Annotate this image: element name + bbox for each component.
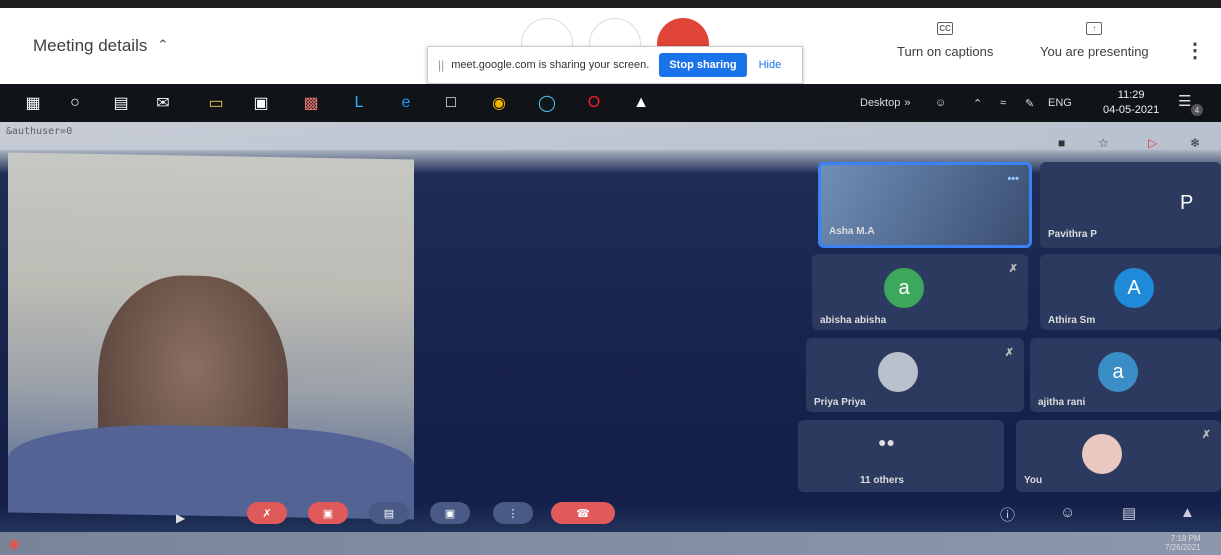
- taskbar-clock[interactable]: 11:29 04-05-2021: [1103, 88, 1159, 118]
- tray-up-icon[interactable]: ⌃: [973, 84, 982, 122]
- captions-button[interactable]: CC Turn on captions: [897, 22, 993, 59]
- participant-name: You: [1024, 475, 1043, 486]
- participant-tile: ✗ Priya Priya: [806, 338, 1024, 412]
- participants-group-icon: ●●: [878, 434, 895, 450]
- opera-icon[interactable]: O: [583, 92, 605, 114]
- drag-handle-icon[interactable]: ||: [438, 58, 444, 72]
- cursor-icon: ▶: [176, 511, 186, 525]
- photo-clock-date: 7/26/2021: [1165, 543, 1201, 552]
- meeting-details-label: Meeting details: [33, 36, 148, 55]
- present-icon: ▣: [430, 502, 470, 524]
- mail-icon[interactable]: ✉: [152, 92, 174, 114]
- participant-initial: P: [1180, 192, 1194, 214]
- people-icon: ☺: [1060, 504, 1076, 521]
- presenting-button[interactable]: ↑ You are presenting: [1040, 22, 1149, 59]
- participant-tile: ✗ You: [1016, 420, 1221, 492]
- language-indicator[interactable]: ENG: [1048, 84, 1072, 122]
- speaking-icon: •••: [1007, 173, 1019, 185]
- star-icon: ☆: [1098, 136, 1109, 150]
- participant-name: Athira Sm: [1048, 315, 1096, 326]
- info-icon: ⓘ: [1000, 507, 1016, 524]
- photo-clock: 7:18 PM 7/26/2021: [1165, 534, 1201, 552]
- more-options-icon[interactable]: ⋮: [1185, 38, 1205, 63]
- app-l-icon[interactable]: L: [348, 92, 370, 114]
- participant-tile: ✗ a abisha abisha: [812, 254, 1028, 330]
- participant-tile: P Pavithra P: [1040, 162, 1221, 248]
- presenter-video: [8, 152, 414, 520]
- mic-off-icon: ✗: [1004, 347, 1014, 359]
- wifi-icon[interactable]: ≈: [1000, 84, 1006, 122]
- participant-name: Asha M.A: [829, 226, 875, 237]
- photo-taskbar: ◉ 7:18 PM 7/26/2021: [0, 532, 1221, 555]
- store-icon[interactable]: ▣: [250, 92, 272, 114]
- notifications-icon[interactable]: ☰ 4: [1178, 92, 1203, 116]
- participant-name: abisha abisha: [820, 315, 887, 326]
- browser-bar: &authuser=0 ■ ☆ ▷ ❄: [0, 122, 1221, 150]
- camera-off-icon: ▣: [308, 502, 348, 524]
- participant-avatar-image: [1082, 434, 1122, 474]
- top-strip: [0, 0, 1221, 8]
- participant-avatar: A: [1114, 268, 1154, 308]
- notification-count: 4: [1191, 104, 1203, 116]
- chat-icon: ▤: [1122, 505, 1137, 522]
- screen-share-banner: || meet.google.com is sharing your scree…: [427, 46, 803, 84]
- chrome-icon[interactable]: ◉: [488, 92, 510, 114]
- presenting-label: You are presenting: [1040, 44, 1149, 59]
- meet-top-bar: Meeting details ⌃ || meet.google.com is …: [0, 8, 1221, 84]
- captions-icon: ▤: [369, 502, 409, 524]
- participant-avatar: a: [884, 268, 924, 308]
- hang-up-icon: ☎: [551, 502, 615, 524]
- participant-tile: A Athira Sm: [1040, 254, 1221, 330]
- browser-icon[interactable]: ◯: [536, 92, 558, 114]
- captions-label: Turn on captions: [897, 44, 994, 59]
- activities-icon: ▲: [1180, 504, 1195, 521]
- presenter-body: [8, 422, 414, 520]
- pen-icon[interactable]: ✎: [1025, 84, 1034, 122]
- clock-time: 11:29: [1117, 89, 1145, 101]
- clock-date: 04-05-2021: [1103, 104, 1160, 116]
- participant-tile: Asha M.A •••: [818, 162, 1032, 248]
- desktop-label: Desktop: [860, 97, 901, 109]
- participant-name: ajitha rani: [1038, 397, 1086, 408]
- photo-clock-time: 7:18 PM: [1170, 534, 1201, 543]
- meeting-details-button[interactable]: Meeting details ⌃: [33, 36, 168, 56]
- participant-name: 11 others: [860, 475, 904, 486]
- notepad-icon[interactable]: □: [440, 92, 462, 114]
- chevron-icon: »: [904, 97, 911, 109]
- url-text: &authuser=0: [6, 126, 73, 137]
- photos-icon[interactable]: ▲: [630, 92, 652, 114]
- task-view-icon[interactable]: ▤: [110, 92, 132, 114]
- mic-off-icon: ✗: [1201, 429, 1211, 441]
- closed-captions-icon: CC: [937, 22, 954, 35]
- stop-sharing-button[interactable]: Stop sharing: [659, 53, 747, 77]
- chrome-icon: ◉: [8, 535, 21, 551]
- chevron-up-icon: ⌃: [157, 37, 169, 52]
- extensions-icon: ❄: [1190, 136, 1201, 150]
- paint-icon[interactable]: ▩: [300, 92, 322, 114]
- participant-avatar: a: [1098, 352, 1138, 392]
- desktop-toolbar[interactable]: Desktop »: [860, 84, 910, 122]
- windows-taskbar: ▦ ○ ▤ ✉ ▭ ▣ ▩ L e □ ◉ ◯ O ▲ Desktop » ☺ …: [0, 84, 1221, 122]
- windows-start-icon[interactable]: ▦: [22, 92, 44, 114]
- camera-icon: ■: [1058, 136, 1066, 150]
- present-icon: ↑: [1086, 22, 1103, 35]
- participant-tile: ●● 11 others: [798, 420, 1004, 492]
- more-icon: ⋮: [493, 502, 533, 524]
- participant-name: Pavithra P: [1048, 229, 1097, 240]
- search-icon[interactable]: ○: [64, 92, 86, 114]
- participant-avatar-image: [878, 352, 918, 392]
- cast-icon: ▷: [1148, 136, 1158, 150]
- file-explorer-icon[interactable]: ▭: [205, 92, 227, 114]
- edge-icon[interactable]: e: [395, 92, 417, 114]
- participant-name: Priya Priya: [814, 397, 866, 408]
- people-icon[interactable]: ☺: [935, 84, 946, 122]
- mic-off-icon: ✗: [247, 502, 287, 524]
- mic-off-icon: ✗: [1008, 263, 1018, 275]
- shared-screen-photo: &authuser=0 ■ ☆ ▷ ❄ Asha M.A ••• P Pavit…: [0, 122, 1221, 555]
- hide-button[interactable]: Hide: [759, 59, 782, 71]
- participant-tile: a ajitha rani: [1030, 338, 1221, 412]
- share-message: meet.google.com is sharing your screen.: [451, 59, 650, 71]
